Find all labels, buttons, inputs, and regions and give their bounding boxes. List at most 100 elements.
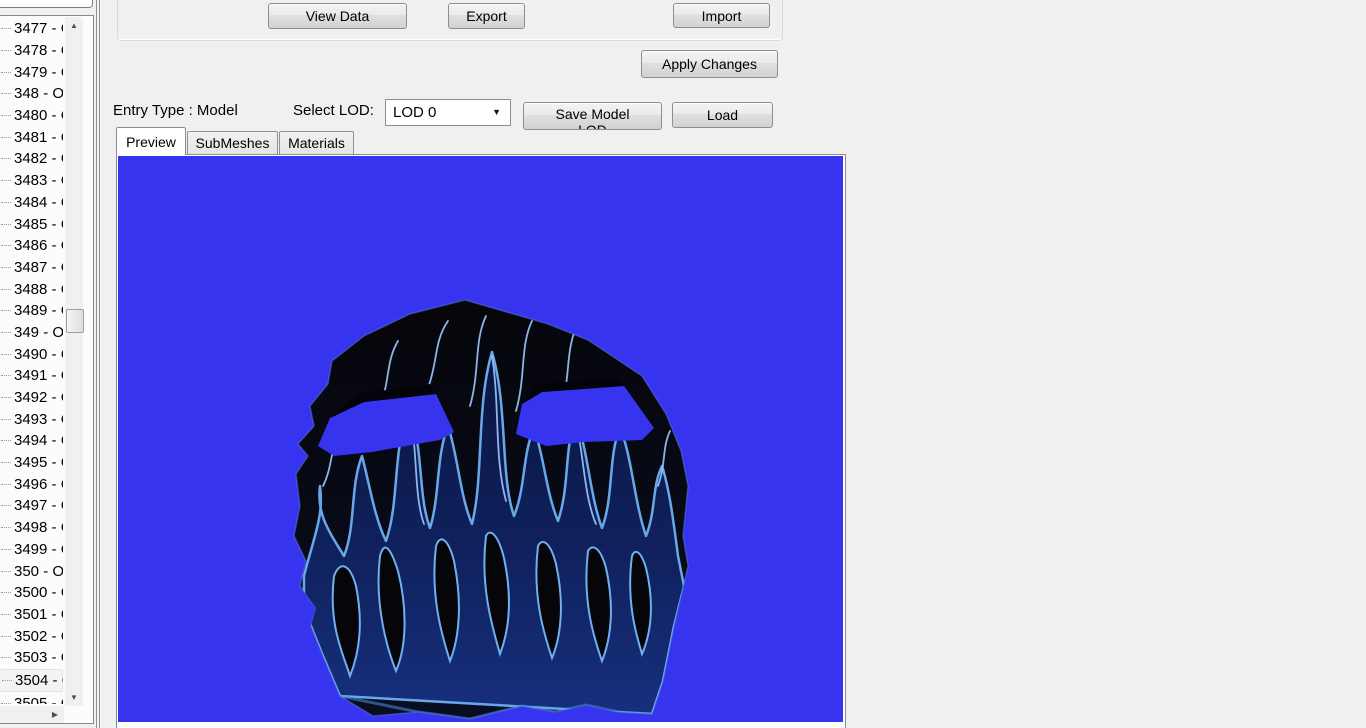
tree-connector [1, 440, 11, 441]
flame-mask-model-image [118, 156, 843, 722]
tree-item[interactable]: 3483 - C [0, 170, 63, 192]
export-button[interactable]: Export [448, 3, 525, 29]
tree-connector [1, 484, 11, 485]
tree-connector [1, 180, 11, 181]
tree-connector [1, 310, 11, 311]
tree-item[interactable]: 3491 - C [0, 365, 63, 387]
tree-connector [1, 505, 11, 506]
tree-connector [1, 636, 11, 637]
import-button[interactable]: Import [673, 3, 770, 28]
tree-item[interactable]: 3494 - C [0, 430, 63, 452]
tree-item[interactable]: 348 - O [0, 83, 63, 105]
model-viewer-window: 3477 - C 3478 - C 3479 - C 348 - O 3480 - C 3… [0, 0, 1366, 728]
tree-item[interactable]: 3497 - C [0, 495, 63, 517]
tree-item[interactable]: 3500 - C [0, 582, 63, 604]
tree-connector [1, 354, 11, 355]
tree-item[interactable]: 3481 - C [0, 126, 63, 148]
view-data-button[interactable]: View Data [268, 3, 407, 29]
tree-connector [1, 245, 11, 246]
tree-item[interactable]: 350 - O [0, 560, 63, 582]
tree-connector [1, 289, 11, 290]
tree-connector [1, 72, 11, 73]
tree-item-label: 3496 - C [14, 476, 63, 493]
tree-item-label: 3499 - C [14, 541, 63, 558]
tree-item-label: 3481 - C [14, 129, 63, 146]
tree-item-label: 3482 - C [14, 150, 63, 167]
load-button[interactable]: Load [672, 102, 773, 128]
tree-connector [1, 549, 11, 550]
scroll-down-icon[interactable]: ▼ [65, 689, 83, 706]
entry-tree-panel: 3477 - C 3478 - C 3479 - C 348 - O 3480 - C 3… [0, 15, 94, 724]
tab-submeshes[interactable]: SubMeshes [187, 131, 278, 155]
vertical-scrollbar-thumb[interactable] [66, 309, 84, 333]
tree-connector [1, 202, 11, 203]
tree-connector [1, 462, 11, 463]
tree-item-label: 3492 - C [14, 389, 63, 406]
tree-connector [1, 592, 11, 593]
tree-item-label: 3494 - C [14, 432, 63, 449]
scroll-right-icon[interactable]: ▶ [47, 706, 63, 723]
tree-item[interactable]: 3505 - C [0, 692, 63, 704]
tree-item-label: 3477 - C [14, 20, 63, 37]
tree-item-label: 3485 - C [14, 216, 63, 233]
tree-connector [1, 158, 11, 159]
tree-item[interactable]: 3493 - C [0, 408, 63, 430]
tree-item[interactable]: 3503 - C [0, 647, 63, 669]
tree-item-label: 3484 - C [14, 194, 63, 211]
save-model-lod-button[interactable]: Save Model LOD [523, 102, 662, 130]
tree-item-label: 3490 - C [14, 346, 63, 363]
tree-item-label: 3483 - C [14, 172, 63, 189]
tree-item[interactable]: 3499 - C [0, 539, 63, 561]
tree-item[interactable]: 349 - O [0, 322, 63, 344]
tree-item[interactable]: 3495 - C [0, 452, 63, 474]
tree-horizontal-scrollbar[interactable]: ▶ [0, 706, 64, 723]
tree-item-label: 3479 - C [14, 64, 63, 81]
tree-item-label: 3500 - C [14, 584, 63, 601]
tree-item[interactable]: 3490 - C [0, 343, 63, 365]
tree-item-label: 3493 - C [14, 411, 63, 428]
tree-connector [1, 332, 11, 333]
tab-materials[interactable]: Materials [279, 131, 354, 155]
divider-line [100, 0, 101, 728]
tree-item[interactable]: 3480 - C [0, 105, 63, 127]
tree-item[interactable]: 3496 - C [0, 473, 63, 495]
tree-connector [1, 50, 11, 51]
model-viewport[interactable] [118, 156, 843, 722]
tree-item-label: 3488 - C [14, 281, 63, 298]
tree-item-label: 3480 - C [14, 107, 63, 124]
tree-item[interactable]: 3477 - C [0, 18, 63, 40]
tree-item-label: 3502 - C [14, 628, 63, 645]
tree-item[interactable]: 3488 - C [0, 278, 63, 300]
tree-item-label: 3503 - C [14, 649, 63, 666]
tree-connector [1, 267, 11, 268]
apply-changes-button[interactable]: Apply Changes [641, 50, 778, 78]
tree-item-label: 3505 - C [14, 695, 63, 704]
tree-item-label: 3497 - C [14, 497, 63, 514]
tree-item[interactable]: 3485 - C [0, 213, 63, 235]
tree-item[interactable]: 3486 - C [0, 235, 63, 257]
tree-item[interactable]: 3489 - C [0, 300, 63, 322]
lod-select-dropdown[interactable]: LOD 0 ▼ [385, 99, 511, 126]
tree-item[interactable]: 3479 - C [0, 61, 63, 83]
tab-preview[interactable]: Preview [116, 127, 186, 155]
save-model-lod-line2: LOD [524, 122, 661, 130]
tree-item[interactable]: 3501 - C [0, 604, 63, 626]
tree-item-label: 348 - O [14, 85, 63, 102]
entry-type-label: Entry Type : Model [113, 102, 238, 119]
scroll-up-icon[interactable]: ▲ [65, 17, 83, 34]
tree-item[interactable]: 3482 - C [0, 148, 63, 170]
tree-item[interactable]: 3502 - C [0, 625, 63, 647]
preview-tab-page [116, 154, 846, 728]
tree-item-label: 3478 - C [14, 42, 63, 59]
tree-item[interactable]: 3484 - C [0, 192, 63, 214]
tree-item[interactable]: 3498 - C [0, 517, 63, 539]
tree-vertical-scrollbar[interactable]: ▲ ▼ [65, 17, 83, 706]
tree-item[interactable]: 3487 - C [0, 257, 63, 279]
tree-connector [1, 397, 11, 398]
tree-item[interactable]: 3504 - C [0, 669, 63, 693]
tree-item[interactable]: 3492 - C [0, 387, 63, 409]
tree-connector [1, 571, 11, 572]
tree-item[interactable]: 3478 - C [0, 40, 63, 62]
tree-connector [1, 224, 11, 225]
tree-connector [1, 28, 11, 29]
